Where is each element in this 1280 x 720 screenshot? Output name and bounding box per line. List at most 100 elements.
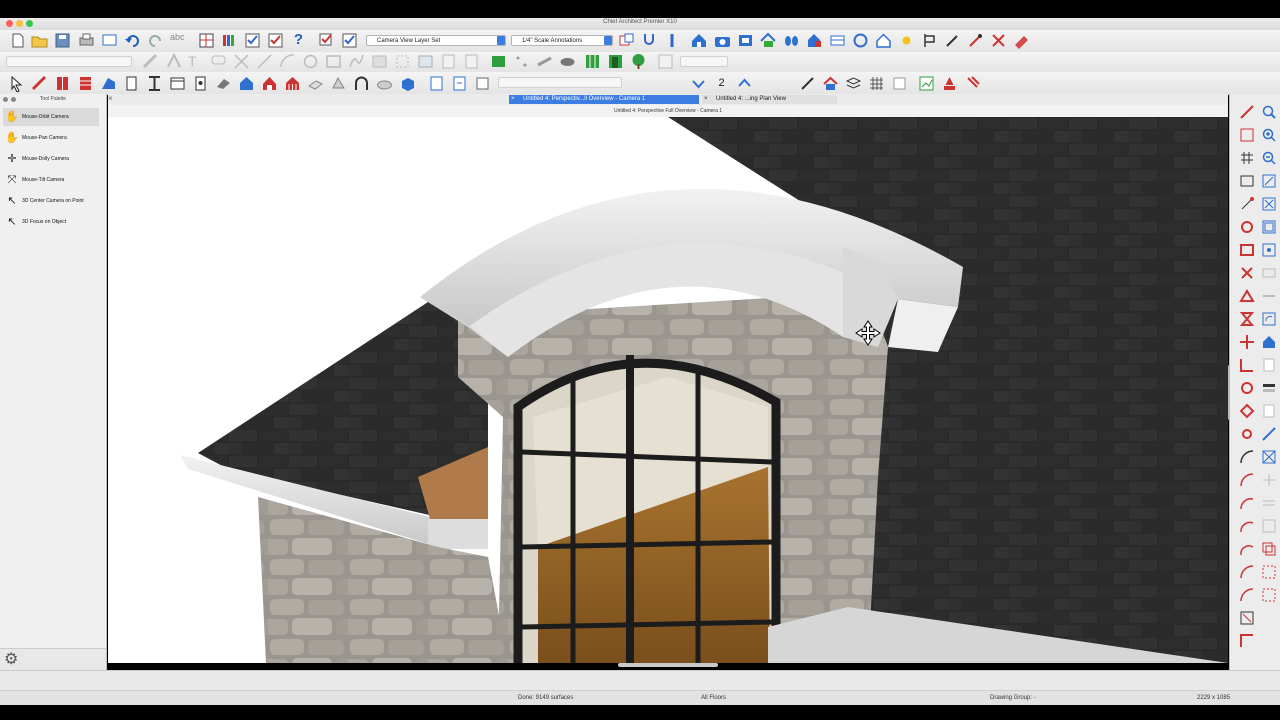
wall-edit-icon[interactable] [1239,104,1255,120]
pencil-icon[interactable] [944,32,961,49]
shape-icon[interactable] [330,75,347,92]
circle-target-icon[interactable] [1239,380,1255,396]
palette-item-tilt[interactable]: ⤧ Mouse-Tilt Camera [3,171,99,189]
fill-all-icon[interactable] [1261,219,1277,235]
materials-icon[interactable] [964,75,981,92]
delete-materials-icon[interactable] [990,32,1007,49]
corner-icon[interactable] [1239,633,1255,649]
ring-icon[interactable] [1239,426,1255,442]
grid-snap-icon[interactable] [1239,150,1255,166]
camera-overview-button[interactable] [806,32,823,49]
x-edit-icon[interactable] [1239,265,1255,281]
cabinet-base-icon[interactable] [169,75,186,92]
down-floor-icon[interactable] [690,75,707,92]
building-icon[interactable] [284,75,301,92]
zoom-out-icon[interactable] [1261,150,1277,166]
up-floor-icon[interactable] [736,75,753,92]
pan-view-icon[interactable] [1261,242,1277,258]
close-view-icon[interactable]: × [108,95,116,103]
gear-icon[interactable]: ⚙ [4,652,18,668]
curve-5-icon[interactable] [1239,564,1255,580]
dimension-icon[interactable] [1239,127,1255,143]
wrench-icon[interactable] [664,32,681,49]
arc-edit-icon[interactable] [1239,449,1255,465]
plan-view-button[interactable] [198,32,215,49]
print-preview-button[interactable] [101,32,118,49]
green-door-icon[interactable] [607,53,624,70]
tab-close-icon[interactable]: × [511,95,515,104]
floor-overview-button[interactable] [760,32,777,49]
fixture-icon[interactable] [238,75,255,92]
palette-item-orbit[interactable]: ✋ Mouse-Orbit Camera [3,108,99,126]
spell-check-button[interactable]: abc [170,32,187,49]
angle-icon[interactable] [1239,357,1255,373]
palette-item-focus[interactable]: ↖ 3D Focus on Object [3,213,99,231]
move-edit-icon[interactable] [1239,610,1255,626]
house-outline-icon[interactable] [875,32,892,49]
fit-icon[interactable] [1261,196,1277,212]
slab-icon[interactable] [307,75,324,92]
3d-view-canvas[interactable] [108,117,1228,663]
layer-set-dropdown[interactable]: Camera View Layer Set [366,35,506,46]
zoom-icon[interactable] [1261,104,1277,120]
cross-grid-icon[interactable] [1261,449,1277,465]
frame-icon[interactable] [1239,173,1255,189]
bar-icon[interactable] [1261,380,1277,396]
triangle-edit-icon[interactable] [1239,288,1255,304]
copy-icon[interactable] [1261,541,1277,557]
full-overview-button[interactable] [737,32,754,49]
box-edit-icon[interactable] [1239,242,1255,258]
roof-tool-icon[interactable] [100,75,117,92]
box-3d-icon[interactable] [399,75,416,92]
curve-edit-icon[interactable] [1239,472,1255,488]
camera-icon[interactable] [714,32,731,49]
sun-icon[interactable] [898,32,915,49]
color-picker-icon[interactable] [967,32,984,49]
view-tools-icon[interactable] [799,75,816,92]
rotate-icon[interactable] [1261,311,1277,327]
tab-perspective[interactable]: × Untitled 4: Perspectiv...ll Overview - … [509,95,699,104]
glass-house-button[interactable] [852,32,869,49]
house-red-icon[interactable] [261,75,278,92]
mark-icon[interactable] [921,32,938,49]
reference-icon[interactable] [891,75,908,92]
checklist-button[interactable] [244,32,261,49]
house-view-icon[interactable] [1261,334,1277,350]
select-checkbox-button[interactable] [267,32,284,49]
circle-edit-icon[interactable] [1239,219,1255,235]
cad-block-icon[interactable] [474,75,491,92]
electrical-icon[interactable] [192,75,209,92]
diagonal-tool-icon[interactable] [1261,426,1277,442]
stairs-tool-icon[interactable] [77,75,94,92]
point-icon[interactable] [1239,196,1255,212]
redo-button[interactable] [147,32,164,49]
color-on-icon[interactable] [941,75,958,92]
layers-icon[interactable] [845,75,862,92]
terrain-tool-icon[interactable] [376,75,393,92]
home-3d-button[interactable] [691,32,708,49]
zoom-in-icon[interactable] [1261,127,1277,143]
crosshair-icon[interactable] [1239,334,1255,350]
new-file-button[interactable] [9,32,26,49]
send-to-layout-icon[interactable] [451,75,468,92]
print-button[interactable] [78,32,95,49]
help-icon[interactable]: ? [290,31,307,48]
secondary-dropdown[interactable] [680,56,728,67]
layout-icon[interactable] [428,75,445,92]
curve-4-icon[interactable] [1239,541,1255,557]
palette-item-center[interactable]: ↖ 3D Center Camera on Point [3,192,99,210]
palette-item-pan[interactable]: ✋ Mouse-Pan Camera [3,129,99,147]
diamond-icon[interactable] [1239,403,1255,419]
hourglass-icon[interactable] [1239,311,1255,327]
dashed-box-icon[interactable] [1261,564,1277,580]
grid-icon[interactable] [868,75,885,92]
dashed-box-2-icon[interactable] [1261,587,1277,603]
annotation-set-dropdown[interactable]: 1/4" Scale Annotations [511,35,613,46]
fill-window-icon[interactable] [1261,173,1277,189]
layer-check-button[interactable] [341,32,358,49]
horizontal-scrollbar[interactable] [618,663,718,667]
framing-icon[interactable] [215,75,232,92]
wall-tool-icon[interactable] [31,75,48,92]
tool-icon[interactable] [641,32,658,49]
tree-icon[interactable] [630,53,647,70]
